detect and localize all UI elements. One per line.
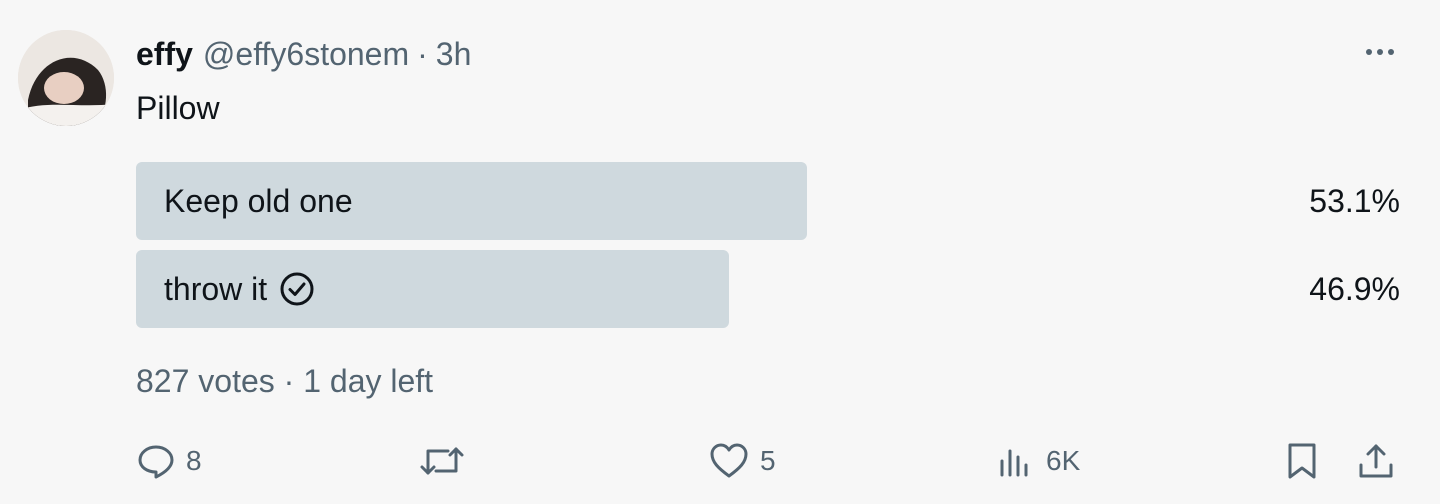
poll-option-keep-old-one[interactable]: Keep old one 53.1%	[136, 162, 1400, 240]
views-count: 6K	[1046, 445, 1081, 476]
timestamp[interactable]: 3h	[436, 36, 472, 73]
avatar[interactable]	[18, 30, 114, 126]
separator-dot: ·	[417, 35, 428, 72]
reply-icon	[138, 445, 174, 479]
tweet-text: Pillow	[136, 90, 220, 126]
poll-option-percent: 53.1%	[1309, 182, 1400, 219]
share-button[interactable]	[1356, 436, 1396, 486]
author-name[interactable]: effy	[136, 36, 193, 73]
heart-icon	[710, 443, 748, 478]
author-handle[interactable]: @effy6stonem	[203, 36, 409, 73]
poll-option-label: throw it	[164, 250, 315, 328]
reply-button[interactable]: 8	[136, 436, 202, 486]
retweet-button[interactable]	[418, 436, 476, 486]
views-button[interactable]: 6K	[996, 436, 1080, 486]
more-horizontal-icon	[1366, 49, 1394, 55]
poll: Keep old one 53.1% throw it 46.9%	[136, 162, 1400, 338]
poll-option-text: Keep old one	[164, 182, 353, 219]
bookmark-icon	[1288, 443, 1316, 479]
action-bar: 8 5 6K	[136, 436, 1400, 486]
poll-option-text: throw it	[164, 270, 268, 307]
poll-option-throw-it[interactable]: throw it 46.9%	[136, 250, 1400, 328]
retweet-icon	[420, 447, 464, 475]
poll-option-percent: 46.9%	[1309, 270, 1400, 307]
poll-meta: 827 votes · 1 day left	[136, 363, 434, 399]
like-button[interactable]: 5	[708, 436, 776, 486]
check-circle-icon	[279, 271, 315, 307]
reply-count: 8	[186, 445, 202, 476]
like-count: 5	[760, 445, 776, 476]
tweet-header: effy @effy6stonem · 3h	[136, 30, 471, 78]
views-icon	[1000, 449, 1028, 477]
share-icon	[1359, 444, 1393, 478]
bookmark-button[interactable]	[1284, 436, 1320, 486]
poll-option-label: Keep old one	[164, 162, 353, 240]
more-button[interactable]	[1360, 36, 1400, 68]
